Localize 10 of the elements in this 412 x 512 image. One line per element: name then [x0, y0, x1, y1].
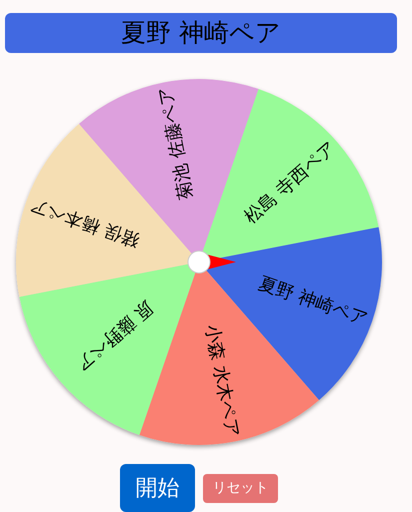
segment-label: 原 藤野ペア: [72, 296, 158, 375]
segment-label: 菊池 佐藤ペア: [154, 86, 198, 202]
result-title: 夏野 神崎ペア: [5, 13, 397, 53]
segment-label: 小森 水木ペア: [200, 322, 244, 438]
segment-label: 夏野 神崎ペア: [256, 272, 370, 330]
segment-label: 猪俣 橋本ペア: [28, 194, 142, 252]
wheel-hub: [188, 250, 210, 274]
segment-label: 松島 寺西ペア: [240, 137, 340, 228]
reset-button[interactable]: リセット: [203, 474, 278, 502]
start-button[interactable]: 開始: [120, 464, 195, 512]
